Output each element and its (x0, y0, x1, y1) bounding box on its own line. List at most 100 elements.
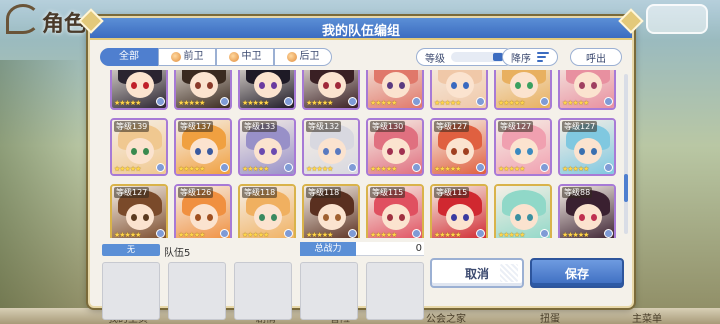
star-rating: ★★★★★ (370, 231, 397, 238)
grid-scrollbar[interactable] (624, 74, 628, 234)
character-level: 等级118 (242, 187, 278, 198)
character-card[interactable]: 等级130 ★★★★★ (366, 118, 424, 176)
star-rating: ★★★★★ (498, 231, 525, 238)
character-card[interactable]: ★★★★★ (302, 70, 360, 110)
team-slot[interactable] (102, 262, 160, 320)
character-level: 等级133 (242, 121, 278, 132)
dialog-title: 我的队伍编组 (321, 24, 400, 39)
position-filter-tabs: 全部 前卫 中卫 后卫 (100, 48, 332, 66)
character-grid: ★★★★★ ★★★★★ ★★★★★ ★★★★★ ★★★★★ ★★★★★ ★★★★★ ★★★★★… (110, 70, 622, 238)
call-out-button[interactable]: 呼出 (570, 48, 622, 66)
character-card[interactable]: 等级137 ★★★★★ (174, 118, 232, 176)
character-card[interactable]: 等级115 ★★★★★ (430, 184, 488, 238)
star-rating: ★★★★★ (498, 165, 525, 173)
star-rating: ★★★★★ (434, 99, 461, 107)
sort-lines-icon (537, 52, 549, 62)
character-level: 等级127 (114, 187, 150, 198)
rank-badge-icon (284, 97, 293, 106)
star-rating: ★★★★★ (178, 99, 205, 107)
star-rating: ★★★★★ (562, 165, 589, 173)
character-card[interactable]: 等级133 ★★★★★ (238, 118, 296, 176)
character-level: 等级127 (434, 121, 470, 132)
character-card[interactable]: 等级126 ★★★★★ (174, 184, 232, 238)
rank-badge-icon (220, 97, 229, 106)
star-rating: ★★★★★ (114, 165, 141, 173)
star-rating: ★★★★★ (178, 165, 205, 173)
back-position-icon (286, 52, 297, 62)
character-card[interactable]: ★★★★★ (494, 184, 552, 238)
character-card[interactable]: 等级127 ★★★★★ (110, 184, 168, 238)
dialog-header: 我的队伍编组 (78, 8, 644, 40)
nav-item-gacha[interactable]: 扭蛋 (540, 310, 560, 324)
front-position-icon (170, 52, 181, 62)
team-slot[interactable] (168, 262, 226, 320)
call-out-label: 呼出 (586, 53, 606, 65)
nav-item-guild[interactable]: 公会之家 (426, 310, 466, 324)
character-card[interactable]: ★★★★★ (110, 70, 168, 110)
character-level: 等级115 (434, 187, 470, 198)
cancel-label: 取消 (464, 266, 489, 281)
save-label: 保存 (564, 266, 589, 281)
team-slot[interactable] (234, 262, 292, 320)
character-level: 等级137 (178, 121, 214, 132)
rank-badge-icon (156, 163, 165, 172)
star-rating: ★★★★★ (114, 231, 141, 238)
character-card[interactable]: 等级118 ★★★★★ (302, 184, 360, 238)
tab-label: 后卫 (299, 51, 320, 62)
character-level: 等级132 (306, 121, 342, 132)
scrollbar-thumb[interactable] (624, 174, 628, 202)
character-card[interactable]: 等级127 ★★★★★ (558, 118, 616, 176)
character-level: 等级115 (370, 187, 406, 198)
rank-badge-icon (540, 163, 549, 172)
character-card[interactable]: ★★★★★ (558, 70, 616, 110)
rank-badge-icon (412, 163, 421, 172)
character-level: 等级118 (306, 187, 342, 198)
character-card[interactable]: ★★★★★ (430, 70, 488, 110)
star-rating: ★★★★★ (306, 231, 333, 238)
rank-badge-icon (476, 229, 485, 238)
star-rating: ★★★★★ (114, 99, 141, 107)
character-card[interactable]: 等级127 ★★★★★ (430, 118, 488, 176)
rank-badge-icon (284, 163, 293, 172)
sort-order-button[interactable]: 降序 (502, 48, 558, 66)
character-card[interactable]: ★★★★★ (494, 70, 552, 110)
tab-middle[interactable]: 中卫 (216, 48, 274, 66)
rank-badge-icon (348, 97, 357, 106)
rank-badge-icon (156, 229, 165, 238)
character-card[interactable]: 等级132 ★★★★★ (302, 118, 360, 176)
total-power-label: 总战力 (300, 242, 356, 256)
total-power-box: 总战力 0 (300, 242, 424, 256)
save-button[interactable]: 保存 (530, 258, 624, 288)
rank-badge-icon (476, 163, 485, 172)
team-slot[interactable] (366, 262, 424, 320)
back-arrow-icon[interactable] (6, 4, 40, 34)
background-menu-button[interactable] (646, 4, 708, 34)
rank-badge-icon (156, 97, 165, 106)
character-card[interactable]: ★★★★★ (238, 70, 296, 110)
rank-badge-icon (476, 97, 485, 106)
character-card[interactable]: 等级88 ★★★★★ (558, 184, 616, 238)
sort-field-dropdown[interactable]: 等级 (416, 48, 514, 66)
tab-all[interactable]: 全部 (100, 48, 158, 66)
team-slot-label: 无 (102, 244, 160, 256)
team-name: 队伍5 (164, 248, 191, 259)
character-card[interactable]: 等级139 ★★★★★ (110, 118, 168, 176)
tab-back[interactable]: 后卫 (274, 48, 332, 66)
cancel-button[interactable]: 取消 (430, 258, 524, 288)
team-slot[interactable] (300, 262, 358, 320)
character-card[interactable]: ★★★★★ (174, 70, 232, 110)
tab-front[interactable]: 前卫 (158, 48, 216, 66)
sort-order-label: 降序 (511, 53, 531, 65)
star-rating: ★★★★★ (562, 99, 589, 107)
rank-badge-icon (412, 229, 421, 238)
character-card[interactable]: ★★★★★ (366, 70, 424, 110)
character-card[interactable]: 等级115 ★★★★★ (366, 184, 424, 238)
star-rating: ★★★★★ (434, 231, 461, 238)
rank-badge-icon (412, 97, 421, 106)
character-card[interactable]: 等级118 ★★★★★ (238, 184, 296, 238)
nav-item-main-menu[interactable]: 主菜单 (632, 310, 662, 324)
rank-badge-icon (604, 163, 613, 172)
character-card[interactable]: 等级127 ★★★★★ (494, 118, 552, 176)
tab-label: 中卫 (241, 51, 262, 62)
rank-badge-icon (284, 229, 293, 238)
